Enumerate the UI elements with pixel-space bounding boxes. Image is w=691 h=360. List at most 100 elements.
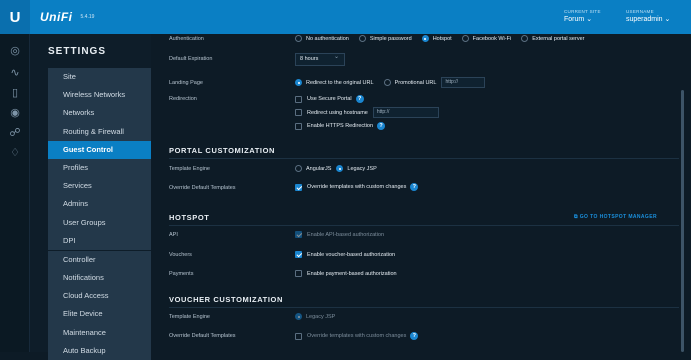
help-icon[interactable]: ? — [355, 95, 364, 103]
voucher-customization-title: VOUCHER CUSTOMIZATION — [169, 295, 283, 304]
vouchers-label: Vouchers — [169, 252, 192, 258]
payments-label: Payments — [169, 271, 194, 277]
sidebar-item-controller[interactable]: Controller — [48, 251, 151, 269]
clients-icon[interactable]: ☍ — [0, 126, 30, 139]
redirect-hostname-checkbox[interactable] — [295, 109, 302, 116]
hotspot-manager-label: GO TO HOTSPOT MANAGER — [579, 214, 657, 220]
redirection-label: Redirection — [169, 96, 197, 102]
sidebar-item-site[interactable]: Site — [48, 68, 151, 86]
radio-legacy-jsp[interactable] — [336, 165, 344, 172]
ubiquiti-logo[interactable]: U — [0, 0, 30, 34]
radio-promotional-url[interactable] — [383, 79, 391, 86]
version-label: 5.4.19 — [80, 14, 95, 20]
option-label: Promotional URL — [394, 79, 437, 86]
section-divider — [169, 158, 679, 159]
help-icon[interactable]: ? — [410, 332, 419, 340]
promotional-url-input[interactable]: http:// — [441, 77, 486, 88]
vouchers-option: Enable voucher-based authorization — [295, 251, 395, 258]
default-expiration-control: 8 hours — [295, 52, 345, 66]
option-label: External portal server — [532, 35, 585, 42]
nav-group-controller: Controller Notifications Cloud Access El… — [48, 250, 151, 360]
option-label: Enable API-based authorization — [307, 231, 385, 238]
settings-content: Authentication No authentication Simple … — [151, 34, 681, 352]
sidebar-item-auto-backup[interactable]: Auto Backup — [48, 342, 151, 360]
radio-voucher-legacy-jsp[interactable] — [295, 313, 302, 320]
api-option: Enable API-based authorization — [295, 231, 384, 238]
sidebar-item-services[interactable]: Services — [48, 177, 151, 195]
portal-customization-title: PORTAL CUSTOMIZATION — [169, 146, 276, 155]
hostname-input[interactable]: http:// — [372, 107, 439, 118]
sidebar-item-elite-device[interactable]: Elite Device — [48, 305, 151, 323]
top-bar: U UniFi 5.4.19 CURRENT SITE Forum ⌄ USER… — [0, 0, 691, 34]
secure-portal-option: Use Secure Portal? — [295, 95, 364, 103]
redirect-hostname-option: Redirect using hostname http:// — [295, 107, 439, 118]
content-scrollbar[interactable] — [681, 90, 684, 352]
payments-option: Enable payment-based authorization — [295, 270, 397, 277]
radio-no-authentication[interactable] — [295, 35, 302, 42]
option-label: Facebook Wi-Fi — [472, 35, 512, 42]
sidebar-item-user-groups[interactable]: User Groups — [48, 214, 151, 232]
option-label: Override templates with custom changes — [307, 333, 407, 339]
sidebar-item-networks[interactable]: Networks — [48, 104, 151, 122]
help-icon[interactable]: ? — [410, 183, 419, 191]
radio-angularjs[interactable] — [295, 165, 302, 172]
radio-hotspot[interactable] — [421, 35, 429, 42]
dashboard-icon[interactable]: ◎ — [0, 44, 30, 57]
option-label: Hotspot — [432, 35, 452, 42]
sidebar-item-maintenance[interactable]: Maintenance — [48, 324, 151, 342]
voucher-override-checkbox[interactable] — [295, 332, 302, 340]
option-label: Redirect to the original URL — [306, 79, 374, 86]
site-selector[interactable]: CURRENT SITE Forum ⌄ — [564, 9, 601, 23]
brand-name: UniFi — [40, 10, 73, 24]
radio-external-portal[interactable] — [521, 35, 529, 42]
voucher-authorization-checkbox[interactable] — [295, 251, 302, 258]
landing-page-options: Redirect to the original URL Promotional… — [295, 77, 486, 88]
sidebar-item-notifications[interactable]: Notifications — [48, 269, 151, 287]
sidebar-item-profiles[interactable]: Profiles — [48, 159, 151, 177]
map-icon[interactable]: ▯ — [0, 86, 30, 99]
option-label: Use Secure Portal — [307, 96, 352, 102]
option-label: Enable voucher-based authorization — [307, 251, 396, 258]
sidebar-item-dpi[interactable]: DPI — [48, 232, 151, 250]
expiration-select[interactable]: 8 hours — [295, 52, 345, 66]
help-icon[interactable]: ? — [377, 122, 386, 130]
voucher-template-engine-option: Legacy JSP — [295, 313, 335, 320]
template-engine-label: Template Engine — [169, 166, 210, 172]
voucher-override-label: Override Default Templates — [169, 333, 236, 339]
api-label: API — [169, 232, 178, 238]
chevron-down-icon: ⌄ — [586, 16, 593, 23]
statistics-icon[interactable]: ∿ — [0, 66, 30, 79]
sidebar-item-guest-control[interactable]: Guest Control — [48, 140, 158, 159]
radio-redirect-original[interactable] — [295, 79, 302, 86]
sidebar-item-routing-firewall[interactable]: Routing & Firewall — [48, 123, 151, 141]
devices-icon[interactable]: ◉ — [0, 106, 30, 119]
https-redirection-checkbox[interactable] — [295, 122, 302, 130]
settings-sidebar: SETTINGS Site Wireless Networks Networks… — [30, 34, 158, 360]
option-label: Override templates with custom changes — [307, 184, 407, 190]
sidebar-item-cloud-access[interactable]: Cloud Access — [48, 287, 151, 305]
voucher-override-option: Override templates with custom changes? — [295, 332, 419, 340]
use-secure-portal-checkbox[interactable] — [295, 95, 302, 103]
option-label: Enable payment-based authorization — [307, 270, 397, 277]
hotspot-manager-link[interactable]: ⧉ GO TO HOTSPOT MANAGER — [574, 214, 657, 220]
site-label: CURRENT SITE — [564, 9, 601, 14]
user-menu[interactable]: USERNAME superadmin ⌄ — [626, 9, 670, 23]
icon-rail: ◎ ∿ ▯ ◉ ☍ ♢ — [0, 34, 30, 352]
payment-authorization-checkbox[interactable] — [295, 270, 302, 277]
insights-icon[interactable]: ♢ — [0, 146, 30, 159]
option-label: Enable HTTPS Redirection — [307, 123, 374, 129]
sidebar-item-wireless-networks[interactable]: Wireless Networks — [48, 86, 151, 104]
api-authorization-checkbox[interactable] — [295, 231, 302, 238]
authentication-options: No authentication Simple password Hotspo… — [295, 35, 594, 42]
voucher-template-engine-label: Template Engine — [169, 314, 210, 320]
username-label: USERNAME — [626, 9, 654, 14]
hotspot-title: HOTSPOT — [169, 213, 210, 222]
option-label: No authentication — [306, 35, 349, 42]
sidebar-item-admins[interactable]: Admins — [48, 195, 151, 213]
override-templates-option: Override templates with custom changes? — [295, 183, 419, 191]
option-label: AngularJS — [306, 165, 332, 172]
override-templates-checkbox[interactable] — [295, 183, 302, 191]
site-value: Forum ⌄ — [564, 16, 593, 23]
radio-facebook-wifi[interactable] — [461, 35, 469, 42]
radio-simple-password[interactable] — [358, 35, 366, 42]
